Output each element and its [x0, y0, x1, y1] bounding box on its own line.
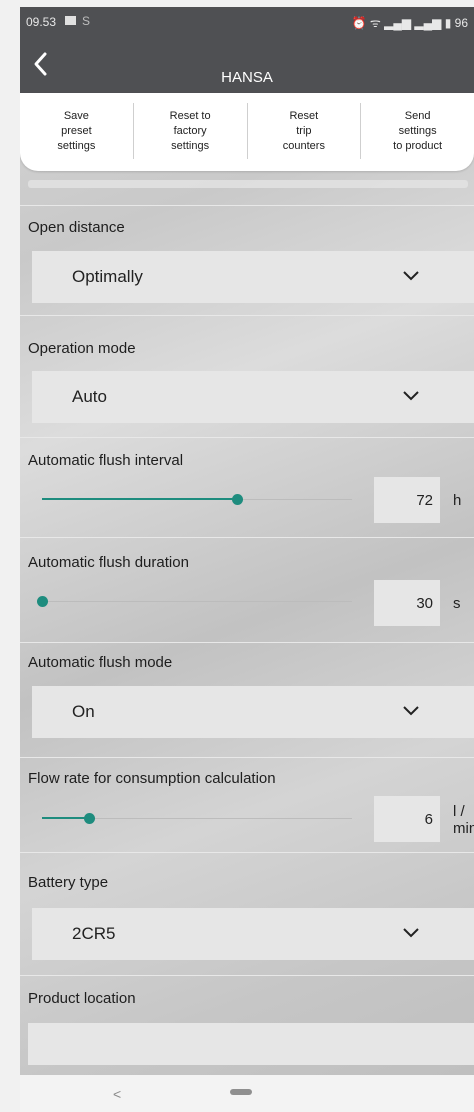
flow-rate-slider[interactable] [42, 809, 352, 829]
flush-duration-slider[interactable] [37, 592, 352, 612]
flush-interval-slider[interactable] [42, 490, 352, 510]
chevron-down-icon [403, 928, 419, 938]
product-location-input[interactable] [28, 1023, 474, 1065]
reset-factory-settings-button[interactable]: Reset to factory settings [134, 103, 248, 159]
slider-fill [42, 817, 89, 819]
slider-thumb[interactable] [232, 494, 244, 505]
flush-interval-label: Automatic flush interval [28, 452, 184, 469]
flow-rate-unit: l / min [453, 803, 474, 837]
phone-screen: 09.53 S ⏰ ᯤ ▂▄▆ ▂▄▆ ▮ 96 HANSA Save pres… [20, 7, 474, 1112]
system-nav-bar: < [20, 1075, 474, 1112]
notification-icon [65, 16, 76, 25]
action-bar: Save preset settings Reset to factory se… [20, 93, 474, 171]
flush-duration-unit: s [453, 595, 461, 612]
slider-thumb[interactable] [83, 813, 95, 824]
s-app-icon: S [82, 14, 91, 28]
operation-mode-value: Auto [72, 387, 107, 406]
flush-duration-value: 30 [416, 595, 433, 612]
battery-type-dropdown[interactable]: 2CR5 [32, 908, 474, 960]
save-preset-settings-button[interactable]: Save preset settings [20, 103, 134, 159]
flush-duration-label: Automatic flush duration [28, 554, 189, 571]
operation-mode-label: Operation mode [28, 340, 136, 357]
product-location-label: Product location [28, 990, 136, 1007]
flow-rate-input[interactable]: 6 [374, 796, 440, 842]
status-time: 09.53 [26, 15, 57, 29]
battery-type-section: Battery type 2CR5 [20, 852, 474, 976]
flush-interval-value: 72 [416, 492, 433, 509]
flush-mode-section: Automatic flush mode On [20, 642, 474, 758]
slider-thumb[interactable] [37, 596, 48, 607]
status-bar: 09.53 S ⏰ ᯤ ▂▄▆ ▂▄▆ ▮ 96 [20, 7, 474, 37]
open-distance-value: Optimally [72, 267, 143, 286]
flush-mode-value: On [72, 702, 95, 721]
nav-home-button[interactable] [230, 1089, 252, 1095]
flush-mode-label: Automatic flush mode [28, 654, 173, 671]
flush-mode-dropdown[interactable]: On [32, 686, 474, 738]
chevron-down-icon [403, 271, 419, 281]
status-icons: ⏰ ᯤ ▂▄▆ ▂▄▆ ▮ 96 [351, 16, 468, 30]
app-title: HANSA [221, 69, 273, 86]
product-location-section: Product location [20, 975, 474, 1076]
flush-interval-input[interactable]: 72 [374, 477, 440, 523]
scroll-indicator [28, 180, 468, 188]
slider-track [42, 601, 352, 602]
operation-mode-section: Operation mode Auto [20, 315, 474, 438]
flush-interval-section: Automatic flush interval 72 h [20, 437, 474, 538]
send-settings-button[interactable]: Send settings to product [361, 103, 474, 159]
open-distance-section: Open distance Optimally [20, 205, 474, 316]
slider-fill [42, 498, 238, 500]
open-distance-label: Open distance [28, 219, 125, 236]
nav-back-button[interactable]: < [113, 1086, 121, 1102]
app-bar: HANSA [20, 37, 474, 93]
flush-duration-input[interactable]: 30 [374, 580, 440, 626]
chevron-down-icon [403, 391, 419, 401]
battery-type-label: Battery type [28, 874, 109, 891]
battery-type-value: 2CR5 [72, 924, 116, 943]
open-distance-dropdown[interactable]: Optimally [32, 251, 474, 303]
flush-duration-section: Automatic flush duration 30 s [20, 537, 474, 643]
reset-trip-counters-button[interactable]: Reset trip counters [248, 103, 362, 159]
flush-interval-unit: h [453, 492, 462, 509]
flow-rate-section: Flow rate for consumption calculation 6 … [20, 757, 474, 853]
chevron-down-icon [403, 706, 419, 716]
operation-mode-dropdown[interactable]: Auto [32, 371, 474, 423]
flow-rate-label: Flow rate for consumption calculation [28, 770, 276, 787]
flow-rate-value: 6 [424, 811, 433, 828]
